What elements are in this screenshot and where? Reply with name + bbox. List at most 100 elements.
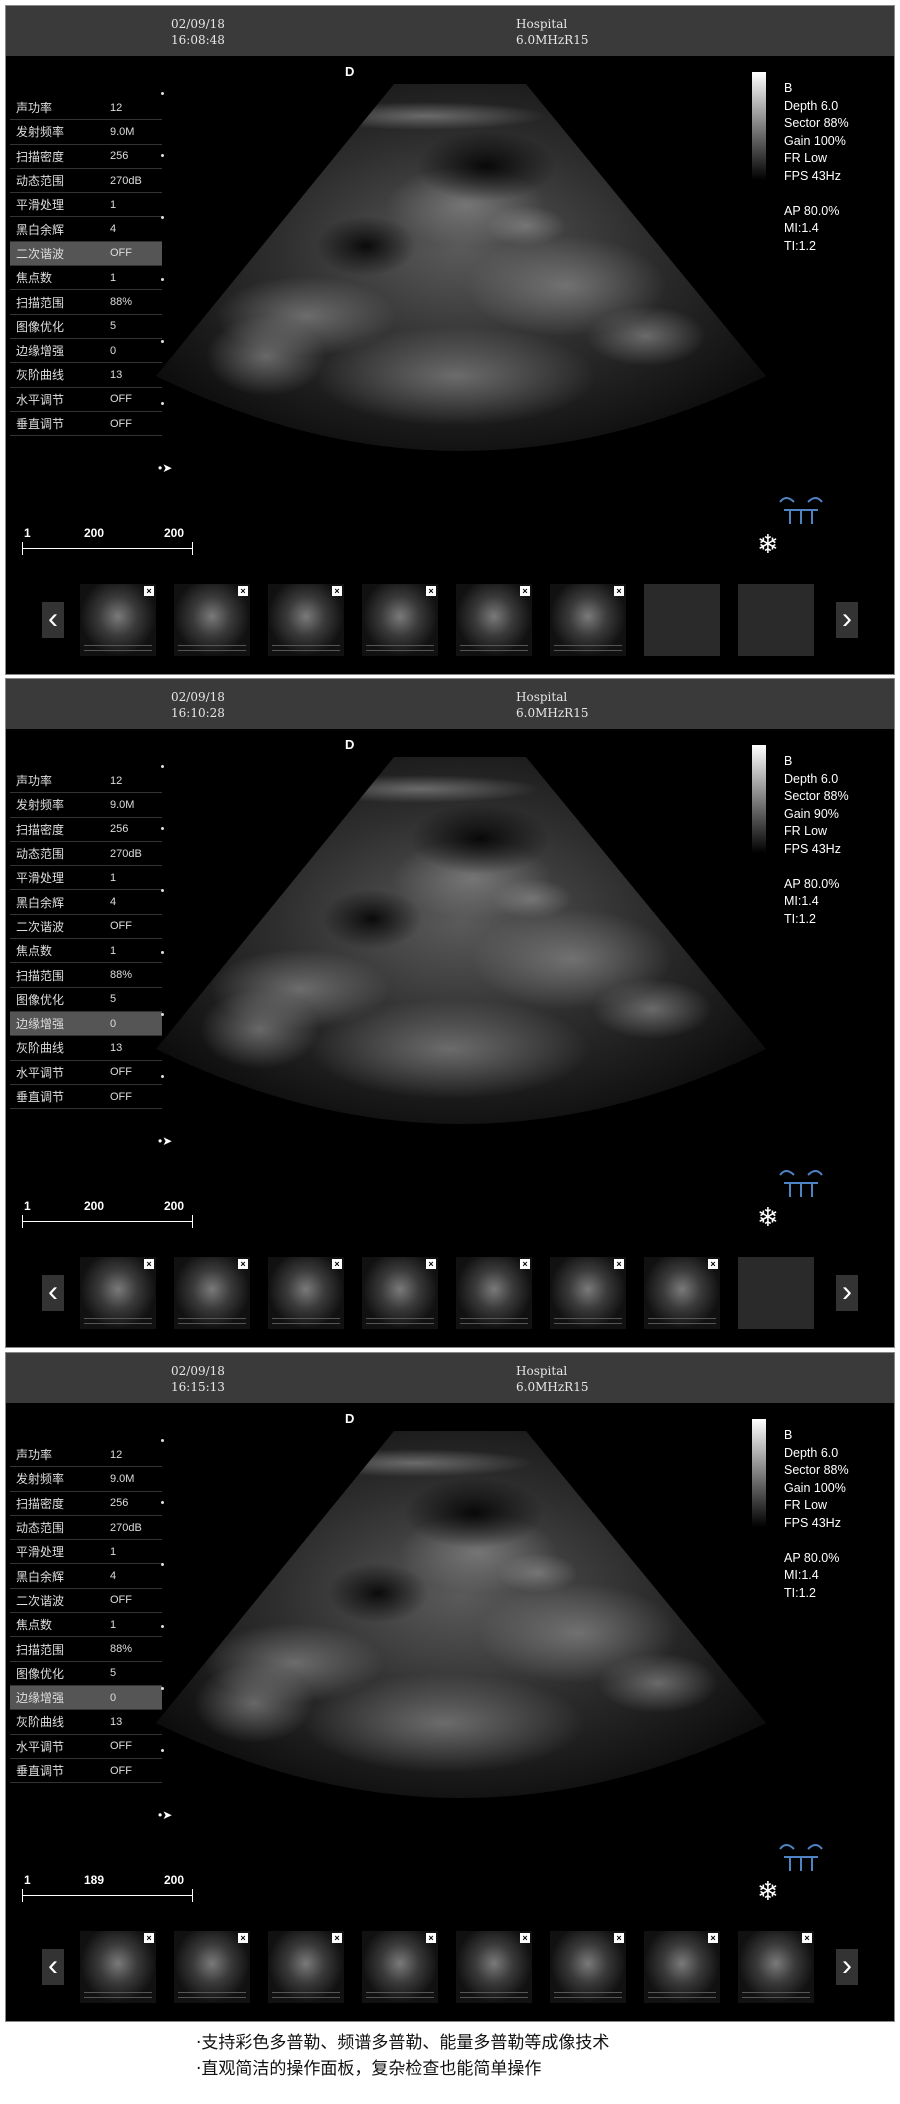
thumbnail-image[interactable]: ×	[644, 1931, 720, 2003]
delete-thumbnail-icon[interactable]: ×	[614, 1259, 624, 1269]
prev-thumbnails-button[interactable]: ‹	[42, 1275, 64, 1311]
delete-thumbnail-icon[interactable]: ×	[614, 586, 624, 596]
parameter-row[interactable]: 水平调节 OFF	[10, 1735, 162, 1759]
freeze-snowflake-icon[interactable]: ❄	[757, 530, 779, 558]
parameter-row[interactable]: 焦点数 1	[10, 266, 162, 291]
parameter-row[interactable]: 灰阶曲线 13	[10, 363, 162, 388]
delete-thumbnail-icon[interactable]: ×	[802, 1933, 812, 1943]
prev-thumbnails-button[interactable]: ‹	[42, 1949, 64, 1985]
parameter-row[interactable]: 平滑处理 1	[10, 866, 162, 891]
parameter-row[interactable]: 平滑处理 1	[10, 1540, 162, 1565]
thumbnail-image[interactable]: ×	[80, 1931, 156, 2003]
parameter-row[interactable]: 扫描密度 256	[10, 1492, 162, 1516]
delete-thumbnail-icon[interactable]: ×	[144, 1259, 154, 1269]
parameter-row[interactable]: 焦点数 1	[10, 1613, 162, 1638]
parameter-row[interactable]: 二次谐波 OFF	[10, 241, 162, 267]
delete-thumbnail-icon[interactable]: ×	[238, 586, 248, 596]
parameter-row[interactable]: 扫描密度 256	[10, 818, 162, 842]
parameter-row[interactable]: 黑白余辉 4	[10, 1564, 162, 1589]
delete-thumbnail-icon[interactable]: ×	[520, 1259, 530, 1269]
parameter-row[interactable]: 垂直调节 OFF	[10, 1085, 162, 1110]
delete-thumbnail-icon[interactable]: ×	[520, 1933, 530, 1943]
parameter-row[interactable]: 平滑处理 1	[10, 193, 162, 218]
parameter-row[interactable]: 水平调节 OFF	[10, 388, 162, 412]
parameter-row[interactable]: 扫描范围 88%	[10, 963, 162, 988]
thumbnail-image[interactable]: ×	[738, 1931, 814, 2003]
parameter-row[interactable]: 发射频率 9.0M	[10, 793, 162, 818]
parameter-row[interactable]: 扫描密度 256	[10, 145, 162, 169]
delete-thumbnail-icon[interactable]: ×	[332, 586, 342, 596]
thumbnail-empty-slot[interactable]	[644, 584, 720, 656]
thumbnail-image[interactable]: ×	[456, 1257, 532, 1329]
delete-thumbnail-icon[interactable]: ×	[332, 1933, 342, 1943]
thumbnail-image[interactable]: ×	[174, 584, 250, 656]
freeze-snowflake-icon[interactable]: ❄	[757, 1877, 779, 1905]
next-thumbnails-button[interactable]: ›	[836, 1949, 858, 1985]
thumbnail-image[interactable]: ×	[80, 584, 156, 656]
parameter-row[interactable]: 声功率 12	[10, 769, 162, 794]
focus-position-icon[interactable]: •➤	[158, 1134, 172, 1148]
thumbnail-image[interactable]: ×	[550, 1257, 626, 1329]
thumbnail-image[interactable]: ×	[456, 1931, 532, 2003]
thumbnail-empty-slot[interactable]	[738, 1257, 814, 1329]
parameter-row[interactable]: 黑白余辉 4	[10, 890, 162, 915]
parameter-row[interactable]: 二次谐波 OFF	[10, 1589, 162, 1614]
thumbnail-image[interactable]: ×	[268, 1931, 344, 2003]
parameter-row[interactable]: 发射频率 9.0M	[10, 1467, 162, 1492]
parameter-row[interactable]: 声功率 12	[10, 96, 162, 121]
thumbnail-image[interactable]: ×	[268, 1257, 344, 1329]
thumbnail-image[interactable]: ×	[550, 1931, 626, 2003]
delete-thumbnail-icon[interactable]: ×	[238, 1259, 248, 1269]
parameter-row[interactable]: 扫描范围 88%	[10, 1637, 162, 1662]
delete-thumbnail-icon[interactable]: ×	[426, 1933, 436, 1943]
parameter-row[interactable]: 动态范围 270dB	[10, 1516, 162, 1541]
parameter-row[interactable]: 边缘增强 0	[10, 339, 162, 364]
parameter-row[interactable]: 焦点数 1	[10, 939, 162, 964]
parameter-row[interactable]: 边缘增强 0	[10, 1011, 162, 1037]
parameter-row[interactable]: 垂直调节 OFF	[10, 1759, 162, 1784]
parameter-row[interactable]: 图像优化 5	[10, 1662, 162, 1686]
thumbnail-image[interactable]: ×	[644, 1257, 720, 1329]
delete-thumbnail-icon[interactable]: ×	[426, 586, 436, 596]
delete-thumbnail-icon[interactable]: ×	[144, 1933, 154, 1943]
thumbnail-image[interactable]: ×	[80, 1257, 156, 1329]
delete-thumbnail-icon[interactable]: ×	[332, 1259, 342, 1269]
parameter-row[interactable]: 图像优化 5	[10, 315, 162, 339]
parameter-row[interactable]: 二次谐波 OFF	[10, 915, 162, 940]
next-thumbnails-button[interactable]: ›	[836, 1275, 858, 1311]
next-thumbnails-button[interactable]: ›	[836, 602, 858, 638]
parameter-row[interactable]: 声功率 12	[10, 1443, 162, 1468]
parameter-row[interactable]: 扫描范围 88%	[10, 290, 162, 315]
parameter-row[interactable]: 发射频率 9.0M	[10, 120, 162, 145]
thumbnail-image[interactable]: ×	[362, 1257, 438, 1329]
parameter-row[interactable]: 垂直调节 OFF	[10, 412, 162, 437]
prev-thumbnails-button[interactable]: ‹	[42, 602, 64, 638]
focus-position-icon[interactable]: •➤	[158, 461, 172, 475]
parameter-row[interactable]: 动态范围 270dB	[10, 169, 162, 194]
parameter-row[interactable]: 图像优化 5	[10, 988, 162, 1012]
delete-thumbnail-icon[interactable]: ×	[238, 1933, 248, 1943]
thumbnail-image[interactable]: ×	[362, 1931, 438, 2003]
thumbnail-image[interactable]: ×	[456, 584, 532, 656]
focus-position-icon[interactable]: •➤	[158, 1808, 172, 1822]
thumbnail-empty-slot[interactable]	[738, 584, 814, 656]
parameter-row[interactable]: 边缘增强 0	[10, 1685, 162, 1711]
delete-thumbnail-icon[interactable]: ×	[144, 586, 154, 596]
delete-thumbnail-icon[interactable]: ×	[708, 1259, 718, 1269]
parameter-row[interactable]: 动态范围 270dB	[10, 842, 162, 867]
parameter-row[interactable]: 水平调节 OFF	[10, 1061, 162, 1085]
delete-thumbnail-icon[interactable]: ×	[520, 586, 530, 596]
parameter-row[interactable]: 灰阶曲线 13	[10, 1036, 162, 1061]
thumbnail-image[interactable]: ×	[268, 584, 344, 656]
parameter-row[interactable]: 灰阶曲线 13	[10, 1710, 162, 1735]
delete-thumbnail-icon[interactable]: ×	[708, 1933, 718, 1943]
thumbnail-image[interactable]: ×	[174, 1257, 250, 1329]
thumbnail-image[interactable]: ×	[550, 584, 626, 656]
thumbnail-image[interactable]: ×	[362, 584, 438, 656]
parameter-row[interactable]: 黑白余辉 4	[10, 217, 162, 242]
thumbnail-image[interactable]: ×	[174, 1931, 250, 2003]
delete-thumbnail-icon[interactable]: ×	[426, 1259, 436, 1269]
freeze-snowflake-icon[interactable]: ❄	[757, 1203, 779, 1231]
thumbnail-text-line	[84, 1323, 152, 1324]
delete-thumbnail-icon[interactable]: ×	[614, 1933, 624, 1943]
